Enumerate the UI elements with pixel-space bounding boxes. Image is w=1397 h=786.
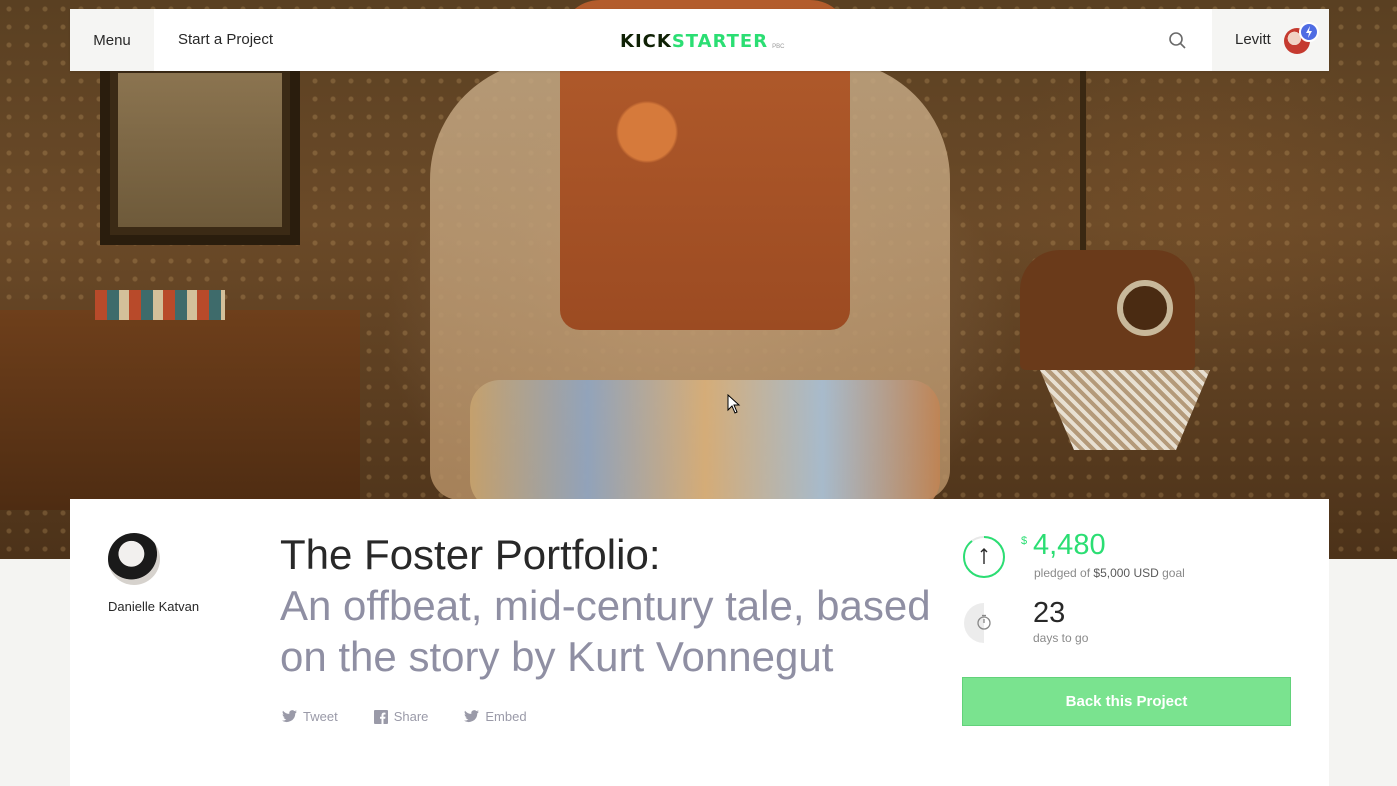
mouse-cursor-icon [727, 393, 741, 414]
vintage-radio [1020, 250, 1195, 370]
goal-suffix: goal [1162, 566, 1185, 580]
user-name: Levitt [1235, 31, 1271, 48]
pledged-prefix: pledged of [1034, 566, 1091, 580]
tweet-label: Tweet [303, 709, 338, 724]
funding-progress-ring-icon [963, 536, 1005, 578]
sewing-shelf [0, 310, 360, 510]
menu-button[interactable]: Menu [70, 9, 154, 71]
user-profile-menu[interactable]: Levitt [1212, 9, 1329, 71]
project-title: The Foster Portfolio: [280, 531, 661, 578]
embed-button[interactable]: Embed [464, 709, 527, 724]
tweet-button[interactable]: Tweet [282, 709, 338, 724]
start-project-link[interactable]: Start a Project [178, 9, 273, 71]
logo-text-kick: KICK [620, 31, 672, 52]
share-actions: Tweet Share Embed [282, 709, 563, 724]
twitter-icon [282, 710, 297, 723]
stopwatch-icon [964, 603, 991, 643]
search-icon[interactable] [1168, 31, 1188, 51]
back-this-project-button[interactable]: Back this Project [962, 677, 1291, 726]
top-navigation-bar: Menu Start a Project KICK STARTER PBC Levi… [70, 9, 1329, 71]
logo-text-pbc: PBC [772, 44, 785, 50]
framed-painting [100, 55, 300, 245]
project-hero-video[interactable] [0, 0, 1397, 559]
thread-spools [95, 290, 225, 320]
goal-amount: $5,000 USD [1093, 566, 1159, 580]
embed-label: Embed [485, 709, 527, 724]
creator-name[interactable]: Danielle Katvan [108, 599, 199, 614]
page: Menu Start a Project KICK STARTER PBC Levi… [0, 0, 1397, 786]
patchwork-quilt [470, 380, 940, 510]
project-subtitle: An offbeat, mid-century tale, based on t… [280, 582, 931, 680]
kickstarter-logo[interactable]: KICK STARTER PBC [620, 30, 784, 52]
days-remaining-label: days to go [1033, 631, 1089, 645]
embed-icon [464, 710, 480, 723]
pledged-amount: 4,480 [1033, 529, 1106, 561]
currency-symbol: $ [1021, 535, 1028, 547]
share-label: Share [393, 709, 429, 724]
facebook-icon [373, 709, 388, 724]
facebook-share-button[interactable]: Share [373, 709, 429, 724]
notification-lightning-icon [1299, 22, 1319, 42]
project-info-card: Danielle Katvan The Foster Portfolio: An… [70, 499, 1329, 786]
pledged-goal-text: pledged of $5,000 USD goal [1034, 566, 1185, 580]
days-remaining-value: 23 [1033, 597, 1066, 629]
creator-avatar[interactable] [108, 533, 160, 585]
logo-text-starter: STARTER [671, 31, 769, 52]
